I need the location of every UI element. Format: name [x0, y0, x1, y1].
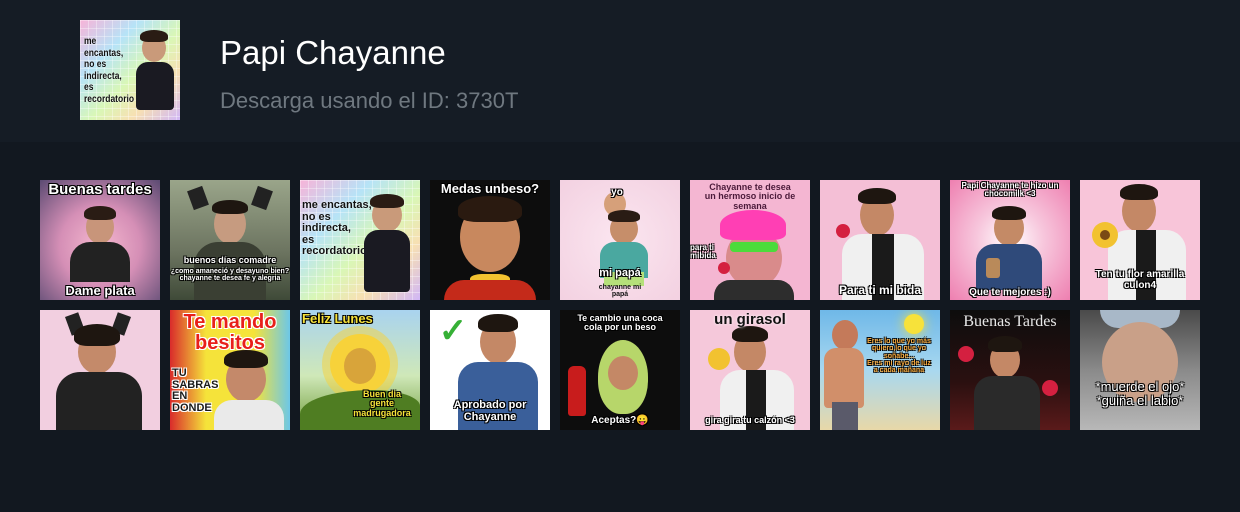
sticker-caption-bottom: TU SABRAS EN DONDE	[172, 367, 219, 414]
sticker-row: Te mando besitos TU SABRAS EN DONDE Feli…	[40, 310, 1200, 430]
sticker-caption-bottom: Aceptas?😛	[591, 415, 649, 426]
check-icon: ✓	[438, 312, 468, 350]
sticker-coca-cola[interactable]: Te cambio una coca cola por un beso Acep…	[560, 310, 680, 430]
sticker-buenas-tardes[interactable]: Buenas tardes Dame plata	[40, 180, 160, 300]
sticker-chocomilk[interactable]: Papi Chayanne te hizo un chocomilk <3 Qu…	[950, 180, 1070, 300]
sticker-me-encantas[interactable]: me encantas, no es indirecta, es recorda…	[300, 180, 420, 300]
thumbnail-caption: me encantas, no es indirecta, es recorda…	[84, 36, 135, 105]
sticker-te-mando-besitos[interactable]: Te mando besitos TU SABRAS EN DONDE	[170, 310, 290, 430]
sticker-flor-amarilla[interactable]: Ten tu flor amarilla culon4	[1080, 180, 1200, 300]
sticker-caption-top: un girasol	[714, 311, 786, 328]
sticker-buenas-tardes-rosas[interactable]: Buenas Tardes	[950, 310, 1070, 430]
sticker-caption-top: Te cambio una coca cola por un beso	[577, 313, 663, 333]
pack-header: me encantas, no es indirecta, es recorda…	[0, 0, 1240, 142]
sticker-caption-bottom: chayanne mi papá	[598, 284, 642, 299]
sticker-caption-bottom: *muerde el ojo* *guiña el labio*	[1095, 379, 1185, 408]
sticker-caption-top: Feliz Lunes	[302, 311, 373, 326]
sticker-feliz-lunes[interactable]: Feliz Lunes Buen dia gente madrugadora	[300, 310, 420, 430]
sticker-aprobado[interactable]: ✓ Aprobado por Chayanne	[430, 310, 550, 430]
sticker-caption-top: Buenas Tardes	[963, 313, 1057, 330]
sticker-caption-top: Buenas tardes	[48, 181, 152, 198]
pack-thumbnail: me encantas, no es indirecta, es recorda…	[80, 20, 180, 120]
sticker-inicio-de-semana[interactable]: Chayanne te desea un hermoso inicio de s…	[690, 180, 810, 300]
sticker-medas-unbeso[interactable]: Medas unbeso?	[430, 180, 550, 300]
sticker-un-girasol[interactable]: un girasol gira gira tu calzón <3	[690, 310, 810, 430]
sticker-gato[interactable]	[40, 310, 160, 430]
sticker-caption-bottom: Buen dia gente madrugadora	[353, 389, 411, 418]
sticker-caption-bottom: ¿como amaneció y desayuno bien? chayanne…	[170, 268, 290, 283]
sticker-caption-top: Eres lo que yo más quiero,lo que yo soña…	[867, 338, 931, 375]
sticker-caption-bottom: Aprobado por Chayanne	[453, 399, 527, 423]
pack-title: Papi Chayanne	[220, 34, 446, 71]
sticker-muerde-el-ojo[interactable]: *muerde el ojo* *guiña el labio*	[1080, 310, 1200, 430]
sticker-caption-bottom: gira gira tu calzón <3	[705, 415, 795, 425]
sticker-caption-bottom: Para ti mi bida	[838, 283, 922, 297]
pack-download-id: Descarga usando el ID: 3730T	[220, 88, 519, 113]
sticker-caption-bottom: Ten tu flor amarilla culon4	[1095, 269, 1185, 291]
sticker-rayo-de-luz[interactable]: Eres lo que yo más quiero,lo que yo soña…	[820, 310, 940, 430]
sticker-buenos-dias-comadre[interactable]: buenos días comadre ¿como amaneció y des…	[170, 180, 290, 300]
sticker-caption-bottom: Dame plata	[65, 283, 135, 298]
sticker-caption-top: Chayanne te desea un hermoso inicio de s…	[704, 182, 796, 211]
sticker-caption-yo: yo	[611, 187, 623, 198]
sticker-caption-top: Te mando besitos	[183, 311, 277, 354]
sticker-para-ti-mi-bida[interactable]: Para ti mi bida	[820, 180, 940, 300]
sticker-caption-top: me encantas, no es indirecta, es recorda…	[302, 199, 372, 258]
sticker-caption-side: para ti mibida	[690, 243, 716, 261]
sticker-caption-top: Papi Chayanne te hizo un chocomilk <3	[961, 181, 1059, 199]
sticker-row: Buenas tardes Dame plata buenos días com…	[40, 180, 1200, 300]
sticker-caption-top: buenos días comadre	[183, 255, 277, 265]
sticker-caption-top: Medas unbeso?	[440, 181, 540, 196]
sticker-mi-papa[interactable]: yo mi papá chayanne mi papá	[560, 180, 680, 300]
sticker-caption-bottom: Que te mejores :)	[969, 287, 1051, 298]
sticker-caption-papa: mi papá	[599, 267, 641, 279]
